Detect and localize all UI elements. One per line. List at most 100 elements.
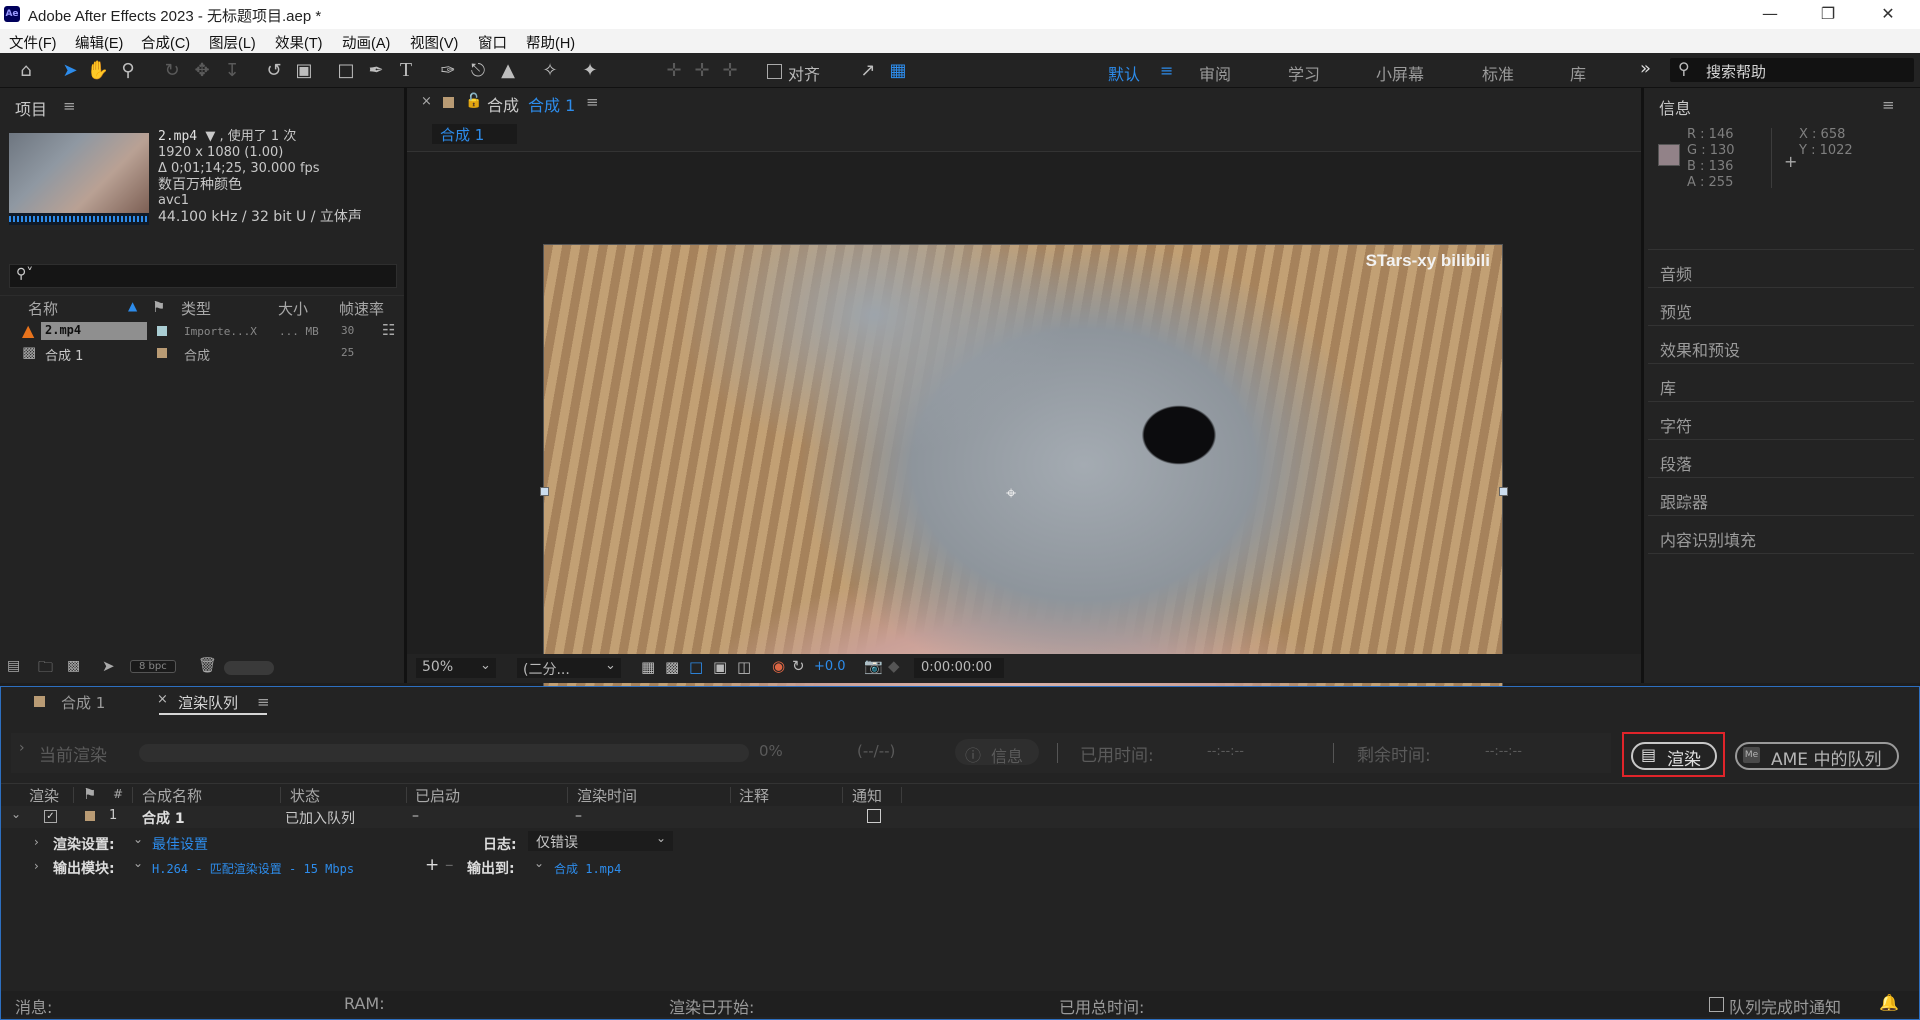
menu-layer[interactable]: 图层(L) <box>209 32 256 53</box>
mask-visibility-icon[interactable]: □ <box>689 658 703 676</box>
info-button[interactable]: ⓘ 信息 <box>955 739 1039 766</box>
menu-help[interactable]: 帮助(H) <box>526 32 575 53</box>
anchor-point-tool-icon[interactable]: ▣ <box>292 58 316 82</box>
new-composition-icon[interactable]: ▩ <box>67 658 80 674</box>
output-module-value[interactable]: H.264 - 匹配渲染设置 - 15 Mbps <box>152 860 354 877</box>
tab-composition[interactable]: 合成 1 <box>61 692 105 713</box>
col-framerate[interactable]: 帧速率 <box>339 298 384 319</box>
panel-character[interactable]: 字符 <box>1660 413 1692 437</box>
label-tag-icon[interactable]: ⚑ <box>152 298 165 316</box>
menu-edit[interactable]: 编辑(E) <box>75 32 123 53</box>
menu-window[interactable]: 窗口 <box>478 32 507 53</box>
workspace-learn[interactable]: 学习 <box>1288 61 1320 85</box>
panel-menu-icon[interactable]: ≡ <box>63 97 76 115</box>
reset-exposure-icon[interactable]: ↻ <box>792 657 805 675</box>
col-status[interactable]: 状态 <box>290 785 320 806</box>
axis-view-icon[interactable]: ✛ <box>718 58 742 82</box>
col-render-time[interactable]: 渲染时间 <box>577 785 637 806</box>
col-notify[interactable]: 通知 <box>852 785 882 806</box>
exposure-value[interactable]: +0.0 <box>814 659 846 674</box>
type-tool-icon[interactable]: T <box>394 58 418 82</box>
label-color-swatch[interactable] <box>85 811 95 821</box>
help-search-input[interactable]: ⚲ 搜索帮助 <box>1670 58 1914 82</box>
panel-audio[interactable]: 音频 <box>1660 261 1692 285</box>
roto-brush-icon[interactable]: ✧ <box>538 58 562 82</box>
transform-handle[interactable] <box>540 487 549 496</box>
new-folder-icon[interactable]: 🗀 <box>38 657 53 682</box>
project-item-row[interactable]: ▩ 合成 1 合成 25 <box>0 343 390 364</box>
workspace-menu-icon[interactable]: ≡ <box>1160 61 1173 80</box>
expand-chevron-icon[interactable]: › <box>34 859 39 873</box>
restore-icon[interactable]: ❐ <box>1800 0 1856 29</box>
axis-local-icon[interactable]: ✛ <box>662 58 686 82</box>
remove-output-icon[interactable]: – <box>445 855 454 875</box>
bpc-button[interactable]: 8 bpc <box>130 660 176 673</box>
col-started[interactable]: 已启动 <box>415 785 460 806</box>
menu-view[interactable]: 视图(V) <box>410 32 458 53</box>
workspace-small-screen[interactable]: 小屏幕 <box>1376 61 1424 85</box>
panel-menu-icon[interactable]: ≡ <box>586 93 599 111</box>
snapshot-camera-icon[interactable]: 📷 <box>864 657 883 675</box>
workspace-more-icon[interactable]: » <box>1640 58 1651 79</box>
show-snapshot-icon[interactable]: ◆ <box>888 657 900 675</box>
col-comment[interactable]: 注释 <box>739 785 769 806</box>
channel-icon[interactable]: ◉ <box>772 657 785 675</box>
clone-stamp-icon[interactable]: ⎋ <box>466 58 490 82</box>
workspace-libraries[interactable]: 库 <box>1570 61 1586 85</box>
axis-world-icon[interactable]: ✛ <box>690 58 714 82</box>
menu-file[interactable]: 文件(F) <box>9 32 57 53</box>
panel-menu-icon[interactable]: ≡ <box>1882 96 1895 114</box>
menu-effect[interactable]: 效果(T) <box>275 32 323 53</box>
col-size[interactable]: 大小 <box>278 298 308 319</box>
dependencies-icon[interactable]: ➤ <box>102 657 115 675</box>
lock-icon[interactable]: 🔓 <box>465 93 482 109</box>
comp-breadcrumb[interactable]: 合成 1 <box>432 124 517 144</box>
comp-tab-prefix[interactable]: 合成 <box>487 92 519 116</box>
menu-animation[interactable]: 动画(A) <box>342 32 390 53</box>
expand-chevron-icon[interactable]: › <box>34 835 39 849</box>
panel-content-aware-fill[interactable]: 内容识别填充 <box>1660 527 1756 551</box>
label-color-swatch[interactable] <box>157 348 167 358</box>
panel-tracker[interactable]: 跟踪器 <box>1660 489 1708 513</box>
col-comp-name[interactable]: 合成名称 <box>142 785 202 806</box>
project-item-row[interactable]: ▲ 2.mp4 Importe...X ... MB 30 <box>0 321 390 341</box>
puppet-pin-icon[interactable]: ✦ <box>578 58 602 82</box>
workspace-default[interactable]: 默认 <box>1108 61 1140 85</box>
anchor-point-icon[interactable]: ⌖ <box>1006 483 1016 504</box>
snap-checkbox[interactable] <box>767 64 782 79</box>
rectangle-tool-icon[interactable]: □ <box>334 58 358 82</box>
selection-tool-icon[interactable]: ➤ <box>58 58 82 82</box>
panel-effects-presets[interactable]: 效果和预设 <box>1660 337 1740 361</box>
minimize-icon[interactable]: — <box>1742 0 1798 29</box>
render-button[interactable]: ▤ 渲染 <box>1631 742 1717 770</box>
panel-paragraph[interactable]: 段落 <box>1660 451 1692 475</box>
home-icon[interactable]: ⌂ <box>14 58 38 82</box>
orbit-camera-icon[interactable]: ↻ <box>160 58 184 82</box>
dolly-camera-icon[interactable]: ↧ <box>220 58 244 82</box>
brush-tool-icon[interactable]: ✑ <box>436 58 460 82</box>
timecode-field[interactable]: 0:00:00:00 <box>914 658 1004 678</box>
workspace-review[interactable]: 审阅 <box>1199 61 1231 85</box>
expand-chevron-icon[interactable]: › <box>19 740 25 756</box>
zoom-dropdown[interactable]: 50% ⌄ <box>416 658 496 678</box>
add-output-icon[interactable]: + <box>425 855 439 875</box>
menu-composition[interactable]: 合成(C) <box>141 32 190 53</box>
chevron-down-icon[interactable]: ⌄ <box>133 832 143 846</box>
flowchart-icon[interactable]: ☷ <box>382 321 395 339</box>
resolution-dropdown[interactable]: (二分... ⌄ <box>517 658 621 678</box>
render-queue-row[interactable]: ⌄ ✓ 1 合成 1 已加入队列 – – <box>1 806 1919 828</box>
snap-options-icon[interactable]: ↗ <box>856 58 880 82</box>
grid-guides-icon[interactable]: ◫ <box>737 658 751 676</box>
pen-tool-icon[interactable]: ✒ <box>364 58 388 82</box>
transform-handle[interactable] <box>1499 487 1508 496</box>
render-settings-value[interactable]: 最佳设置 <box>152 834 208 854</box>
notify-checkbox[interactable] <box>867 809 881 823</box>
rotation-tool-icon[interactable]: ↺ <box>262 58 286 82</box>
panel-menu-icon[interactable]: ≡ <box>257 693 270 711</box>
chevron-down-icon[interactable]: ⌄ <box>534 856 544 870</box>
label-color-swatch[interactable] <box>157 326 167 336</box>
pan-camera-icon[interactable]: ✥ <box>190 58 214 82</box>
sort-ascending-icon[interactable]: ▲ <box>128 299 137 313</box>
close-tab-icon[interactable]: × <box>421 94 432 109</box>
project-search-input[interactable]: ⚲˅ <box>9 264 397 288</box>
